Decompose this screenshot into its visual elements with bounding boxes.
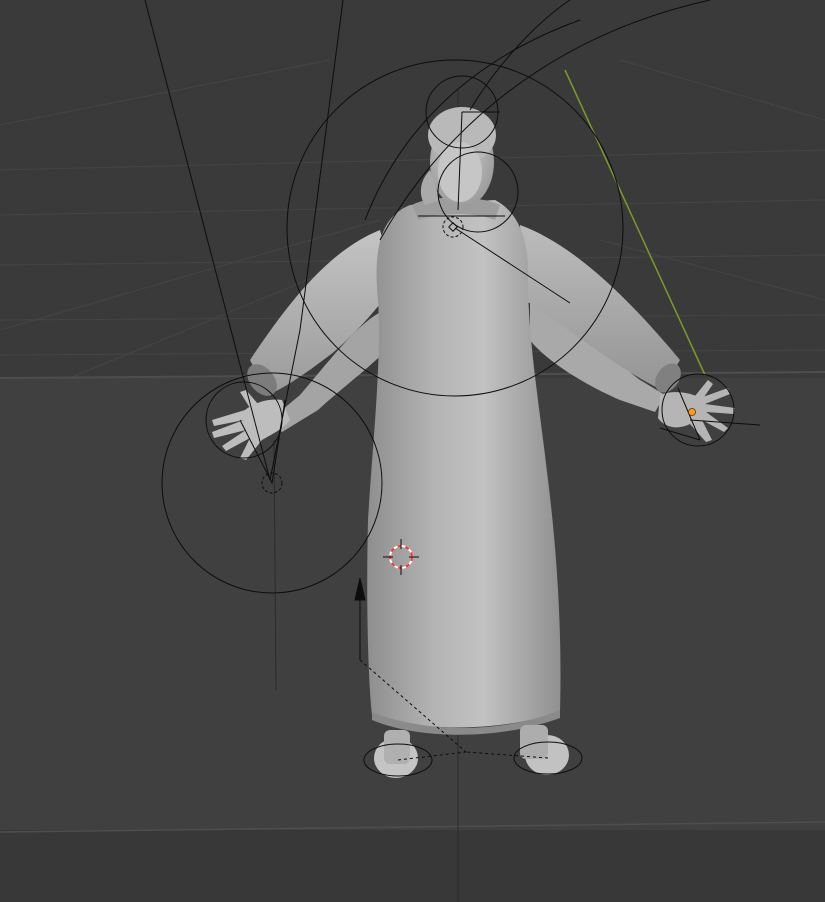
- 3d-viewport[interactable]: [0, 0, 825, 902]
- floor-bottom-band: [0, 830, 825, 902]
- viewport-canvas[interactable]: [0, 0, 825, 902]
- active-bone-handle[interactable]: [688, 408, 696, 416]
